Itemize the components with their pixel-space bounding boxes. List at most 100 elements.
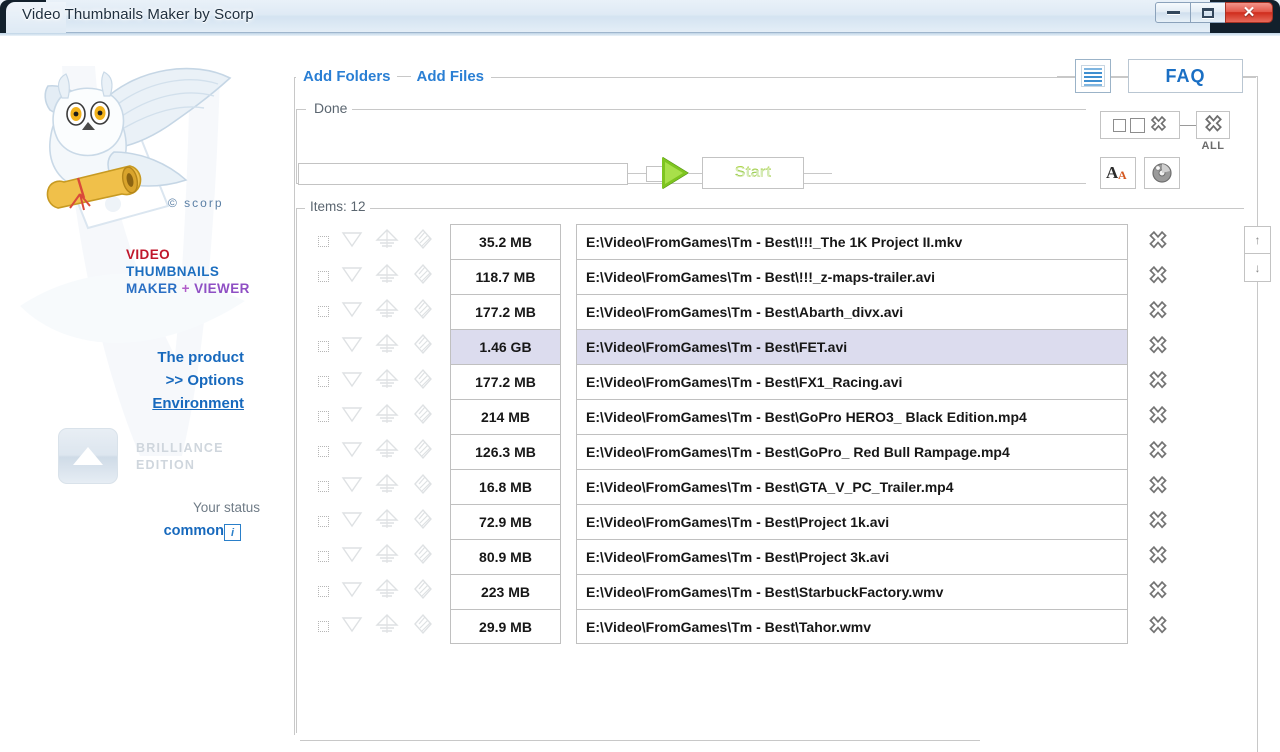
sidebar-item-the-product[interactable]: The product xyxy=(0,346,260,369)
layers-icon[interactable] xyxy=(411,403,435,430)
move-up-button[interactable]: ↑ xyxy=(1244,226,1271,254)
status-value[interactable]: common xyxy=(0,523,224,539)
row-checkbox[interactable] xyxy=(318,411,329,422)
house-icon[interactable] xyxy=(375,368,399,395)
row-delete-button[interactable] xyxy=(1138,370,1178,393)
large-square-icon xyxy=(1129,117,1145,133)
row-checkbox[interactable] xyxy=(318,586,329,597)
layers-icon[interactable] xyxy=(411,263,435,290)
house-icon[interactable] xyxy=(375,578,399,605)
progress-input[interactable] xyxy=(298,163,628,185)
info-icon[interactable]: i xyxy=(224,524,241,541)
row-delete-button[interactable] xyxy=(1138,510,1178,533)
delete-all-button[interactable] xyxy=(1196,111,1230,139)
shield-icon[interactable] xyxy=(341,440,363,463)
row-delete-button[interactable] xyxy=(1138,300,1178,323)
table-row[interactable]: 72.9 MB E:\Video\FromGames\Tm - Best\Pro… xyxy=(302,504,1192,539)
shield-icon[interactable] xyxy=(341,510,363,533)
row-delete-button[interactable] xyxy=(1138,475,1178,498)
table-row[interactable]: 214 MB E:\Video\FromGames\Tm - Best\GoPr… xyxy=(302,399,1192,434)
add-files-button[interactable]: Add Files xyxy=(414,68,488,85)
house-icon[interactable] xyxy=(375,613,399,640)
layers-icon[interactable] xyxy=(411,613,435,640)
row-delete-button[interactable] xyxy=(1138,230,1178,253)
maximize-icon xyxy=(1202,7,1214,18)
row-delete-button[interactable] xyxy=(1138,440,1178,463)
house-icon[interactable] xyxy=(375,228,399,255)
house-icon[interactable] xyxy=(375,473,399,500)
shield-icon[interactable] xyxy=(341,300,363,323)
layers-icon[interactable] xyxy=(411,333,435,360)
shield-icon[interactable] xyxy=(341,370,363,393)
minimize-button[interactable] xyxy=(1155,2,1191,23)
shield-icon[interactable] xyxy=(341,405,363,428)
brand-line-thumbnails: THUMBNAILS xyxy=(126,264,220,279)
table-row[interactable]: 177.2 MB E:\Video\FromGames\Tm - Best\FX… xyxy=(302,364,1192,399)
start-button[interactable]: Start xyxy=(702,157,804,189)
edition-upgrade-button[interactable] xyxy=(58,428,118,484)
maximize-button[interactable] xyxy=(1190,2,1226,23)
list-view-button[interactable] xyxy=(1075,59,1111,93)
row-checkbox[interactable] xyxy=(318,446,329,457)
layers-icon[interactable] xyxy=(411,368,435,395)
shield-icon[interactable] xyxy=(341,230,363,253)
shield-icon[interactable] xyxy=(341,335,363,358)
table-row[interactable]: 177.2 MB E:\Video\FromGames\Tm - Best\Ab… xyxy=(302,294,1192,329)
sidebar-item-options[interactable]: >> Options xyxy=(0,369,260,392)
row-checkbox[interactable] xyxy=(318,306,329,317)
row-delete-button[interactable] xyxy=(1138,545,1178,568)
house-icon[interactable] xyxy=(375,333,399,360)
row-checkbox[interactable] xyxy=(318,341,329,352)
shield-icon[interactable] xyxy=(341,615,363,638)
table-row[interactable]: 118.7 MB E:\Video\FromGames\Tm - Best\!!… xyxy=(302,259,1192,294)
house-icon[interactable] xyxy=(375,543,399,570)
table-row[interactable]: 16.8 MB E:\Video\FromGames\Tm - Best\GTA… xyxy=(302,469,1192,504)
row-checkbox[interactable] xyxy=(318,516,329,527)
layers-icon[interactable] xyxy=(411,298,435,325)
layers-icon[interactable] xyxy=(411,578,435,605)
table-row[interactable]: 1.46 GB E:\Video\FromGames\Tm - Best\FET… xyxy=(302,329,1192,364)
row-checkbox[interactable] xyxy=(318,376,329,387)
house-icon[interactable] xyxy=(375,263,399,290)
delete-all-icon xyxy=(1204,114,1222,132)
house-icon[interactable] xyxy=(375,298,399,325)
house-icon[interactable] xyxy=(375,508,399,535)
sidebar-item-environment[interactable]: Environment xyxy=(0,392,260,415)
disc-burn-button[interactable] xyxy=(1144,157,1180,189)
table-row[interactable]: 223 MB E:\Video\FromGames\Tm - Best\Star… xyxy=(302,574,1192,609)
shield-icon[interactable] xyxy=(341,580,363,603)
font-settings-button[interactable]: A A xyxy=(1100,157,1136,189)
row-checkbox[interactable] xyxy=(318,551,329,562)
row-checkbox[interactable] xyxy=(318,271,329,282)
table-row[interactable]: 29.9 MB E:\Video\FromGames\Tm - Best\Tah… xyxy=(302,609,1192,644)
table-row[interactable]: 35.2 MB E:\Video\FromGames\Tm - Best\!!!… xyxy=(302,224,1192,259)
layers-icon[interactable] xyxy=(411,508,435,535)
faq-button[interactable]: FAQ xyxy=(1128,59,1243,93)
row-checkbox[interactable] xyxy=(318,481,329,492)
row-checkbox[interactable] xyxy=(318,236,329,247)
row-delete-button[interactable] xyxy=(1138,265,1178,288)
shield-icon[interactable] xyxy=(341,545,363,568)
delete-row-icon xyxy=(1149,370,1167,388)
table-row[interactable]: 126.3 MB E:\Video\FromGames\Tm - Best\Go… xyxy=(302,434,1192,469)
row-checkbox[interactable] xyxy=(318,621,329,632)
row-delete-button[interactable] xyxy=(1138,615,1178,638)
shield-icon[interactable] xyxy=(341,265,363,288)
delete-row-icon xyxy=(1149,440,1167,458)
row-delete-button[interactable] xyxy=(1138,335,1178,358)
delete-selected-button[interactable] xyxy=(1100,111,1180,139)
shield-icon[interactable] xyxy=(341,475,363,498)
layers-icon[interactable] xyxy=(411,438,435,465)
layers-icon[interactable] xyxy=(411,543,435,570)
move-down-button[interactable]: ↓ xyxy=(1244,254,1271,282)
row-delete-button[interactable] xyxy=(1138,580,1178,603)
close-button[interactable]: ✕ xyxy=(1225,2,1273,23)
row-delete-button[interactable] xyxy=(1138,405,1178,428)
table-row[interactable]: 80.9 MB E:\Video\FromGames\Tm - Best\Pro… xyxy=(302,539,1192,574)
house-icon[interactable] xyxy=(375,438,399,465)
add-folders-button[interactable]: Add Folders xyxy=(300,68,394,85)
layers-icon[interactable] xyxy=(411,228,435,255)
layers-icon[interactable] xyxy=(411,473,435,500)
house-icon[interactable] xyxy=(375,403,399,430)
svg-text:A: A xyxy=(1118,168,1127,182)
